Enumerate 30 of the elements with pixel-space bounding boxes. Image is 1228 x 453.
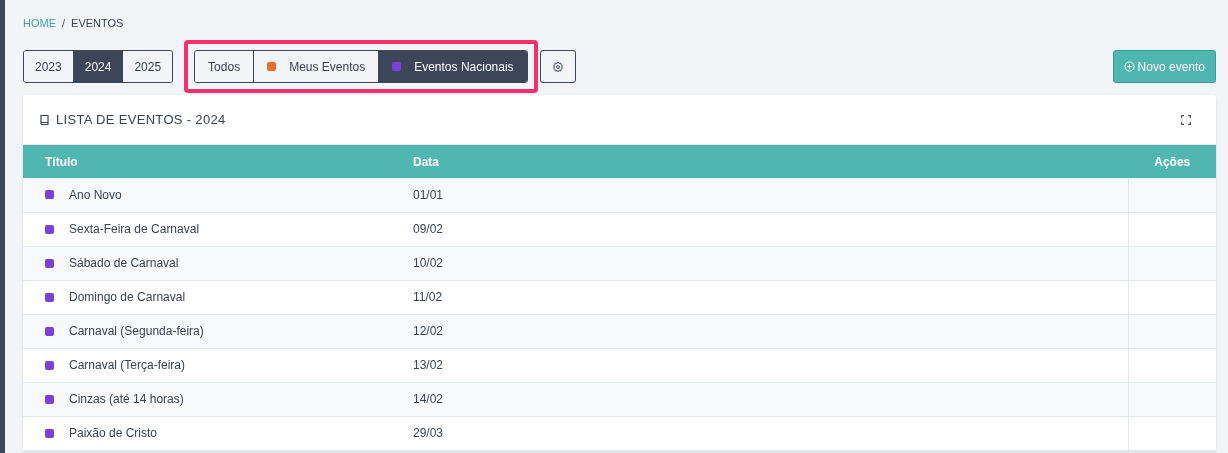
event-date: 13/02 [413,358,444,372]
event-title: Ano Novo [69,186,122,204]
event-date: 09/02 [413,222,444,236]
book-icon [40,113,50,126]
event-title: Carnaval (Segunda-feira) [69,323,204,340]
year-tab[interactable]: 2025 [122,51,173,82]
event-date: 14/02 [413,392,444,406]
event-title: Cinzas (até 14 horas) [69,391,184,408]
settings-icon [551,60,564,73]
event-date: 10/02 [413,256,444,270]
event-title: Sexta-Feira de Carnaval [69,221,200,238]
settings-button[interactable] [539,50,576,83]
column-header: Título [45,154,78,169]
event-date: 29/03 [413,426,444,440]
card-title: LISTA DE EVENTOS - 2024 [56,110,226,129]
event-date: 01/01 [413,187,444,202]
plus-circle-icon [1123,61,1135,72]
event-title: Paixão de Cristo [69,425,158,442]
year-tab[interactable]: 2024 [72,51,123,82]
fullscreen-icon[interactable] [1181,114,1191,125]
event-date: 12/02 [413,324,444,338]
breadcrumb-current: EVENTOS [71,15,124,31]
breadcrumb-separator: / [61,15,67,31]
event-title: Carnaval (Terça-feira) [69,357,186,374]
column-header: Data [413,154,439,169]
filter-tab[interactable]: Eventos Nacionais [378,51,527,82]
event-title: Domingo de Carnaval [69,289,186,306]
event-title: Sábado de Carnaval [69,255,179,272]
event-date: 11/02 [413,290,443,304]
column-header: Ações [1154,154,1191,169]
